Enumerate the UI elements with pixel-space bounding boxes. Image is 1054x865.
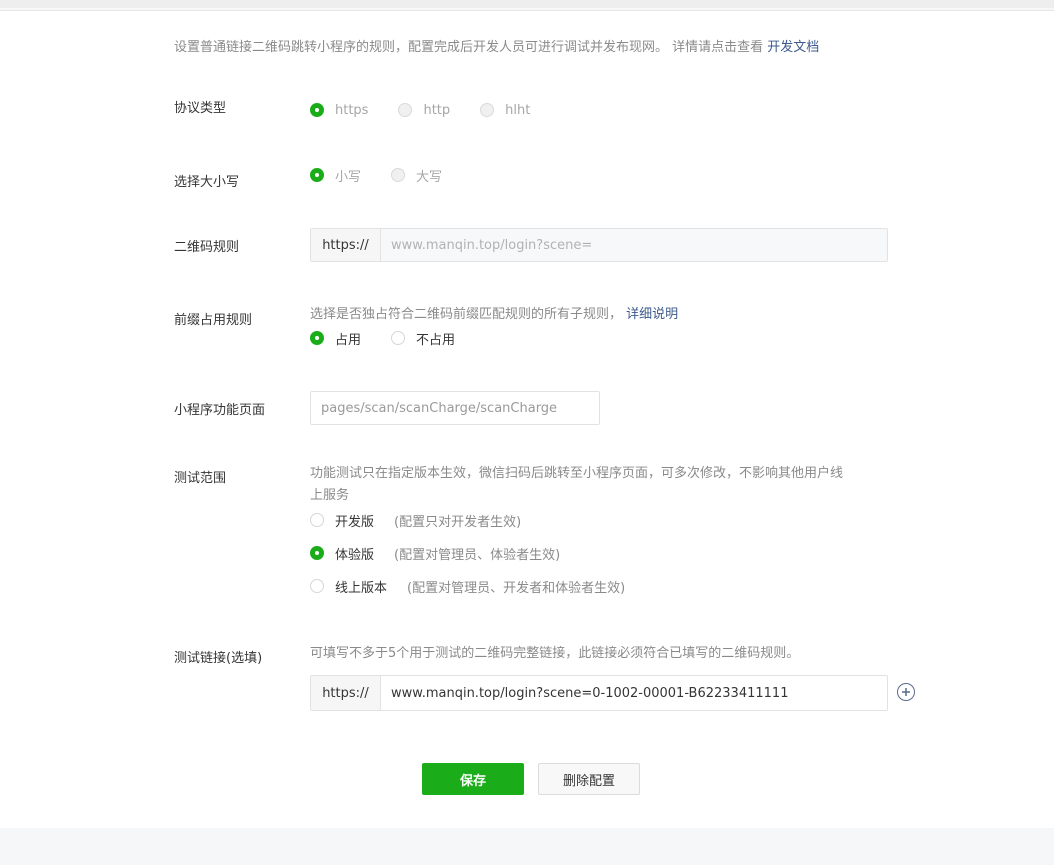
protocol-option-label: https (335, 102, 369, 118)
radio-checked-icon (310, 168, 324, 182)
radio-unchecked-icon (310, 579, 324, 593)
prefix-option-not-occupy[interactable]: 不占用 (391, 329, 455, 348)
prefix-option-label: 不占用 (416, 332, 456, 348)
protocol-option-label: hlht (505, 102, 531, 118)
scope-option-online[interactable]: 线上版本 (配置对管理员、开发者和体验者生效) (310, 575, 625, 597)
case-label: 选择大小写 (174, 175, 240, 190)
scope-option-note: (配置对管理员、体验者生效) (394, 547, 561, 563)
radio-unchecked-icon (391, 331, 406, 345)
qr-rule-input-group: https:// (310, 228, 888, 262)
test-scope-desc-line2: 上服务 (310, 488, 350, 503)
case-option-upper[interactable]: 大写 (391, 166, 442, 185)
test-link-input-group: https:// (310, 675, 888, 711)
page-label: 小程序功能页面 (174, 403, 266, 418)
prefix-rule-description: 选择是否独占符合二维码前缀匹配规则的所有子规则， 详细说明 (310, 305, 678, 325)
scope-option-trial[interactable]: 体验版 (配置对管理员、体验者生效) (310, 542, 560, 564)
case-radio-group: 小写 大写 (310, 164, 442, 186)
radio-checked-icon (310, 331, 324, 345)
scope-option-note: (配置只对开发者生效) (394, 514, 522, 530)
prefix-option-label: 占用 (335, 332, 362, 348)
case-option-label: 小写 (335, 169, 362, 185)
scope-option-label: 体验版 (335, 547, 375, 563)
prefix-rule-label: 前缀占用规则 (174, 313, 253, 328)
qr-rule-label: 二维码规则 (174, 240, 240, 255)
qr-rule-prefix: https:// (311, 229, 381, 261)
protocol-option-http[interactable]: http (398, 103, 450, 118)
prefix-rule-radio-group: 占用 不占用 (310, 327, 455, 349)
radio-unchecked-icon (391, 168, 406, 182)
test-link-prefix: https:// (311, 676, 381, 710)
scope-option-note: (配置对管理员、开发者和体验者生效) (407, 580, 626, 596)
plus-icon (902, 688, 910, 696)
scope-option-label: 开发版 (335, 514, 375, 530)
test-link-label: 测试链接(选填) (174, 651, 263, 666)
case-option-lower[interactable]: 小写 (310, 166, 361, 185)
radio-unchecked-icon (398, 103, 413, 117)
protocol-label: 协议类型 (174, 101, 227, 116)
protocol-option-hlht[interactable]: hlht (480, 103, 530, 118)
delete-config-button[interactable]: 删除配置 (538, 763, 640, 795)
scope-option-dev[interactable]: 开发版 (配置只对开发者生效) (310, 509, 521, 531)
case-option-label: 大写 (416, 169, 443, 185)
radio-checked-icon (310, 103, 324, 117)
test-scope-desc-line1: 功能测试只在指定版本生效，微信扫码后跳转至小程序页面，可多次修改，不影响其他用户… (310, 466, 844, 481)
top-scroll-bar (0, 0, 1054, 8)
scope-option-label: 线上版本 (335, 580, 388, 596)
protocol-option-label: http (423, 102, 451, 118)
protocol-option-https[interactable]: https (310, 103, 368, 118)
test-scope-label: 测试范围 (174, 471, 227, 486)
dev-docs-link[interactable]: 开发文档 (767, 40, 819, 55)
test-link-input[interactable] (381, 676, 887, 710)
radio-unchecked-icon (310, 513, 324, 527)
qr-rule-input[interactable] (381, 229, 887, 261)
radio-unchecked-icon (480, 103, 495, 117)
intro-description: 设置普通链接二维码跳转小程序的规则，配置完成后开发人员可进行调试并发布现网。 详… (174, 38, 819, 58)
intro-text: 设置普通链接二维码跳转小程序的规则，配置完成后开发人员可进行调试并发布现网。 详… (174, 40, 768, 55)
save-button[interactable]: 保存 (422, 763, 524, 795)
details-link[interactable]: 详细说明 (626, 307, 678, 322)
test-link-description: 可填写不多于5个用于测试的二维码完整链接，此链接必须符合已填写的二维码规则。 (310, 646, 800, 661)
prefix-rule-desc-text: 选择是否独占符合二维码前缀匹配规则的所有子规则， (310, 307, 627, 322)
page-path-input[interactable] (310, 391, 600, 425)
plus-circle-icon[interactable] (897, 683, 915, 701)
prefix-option-occupy[interactable]: 占用 (310, 329, 361, 348)
protocol-radio-group: https http hlht (310, 99, 530, 121)
radio-checked-icon (310, 546, 324, 560)
